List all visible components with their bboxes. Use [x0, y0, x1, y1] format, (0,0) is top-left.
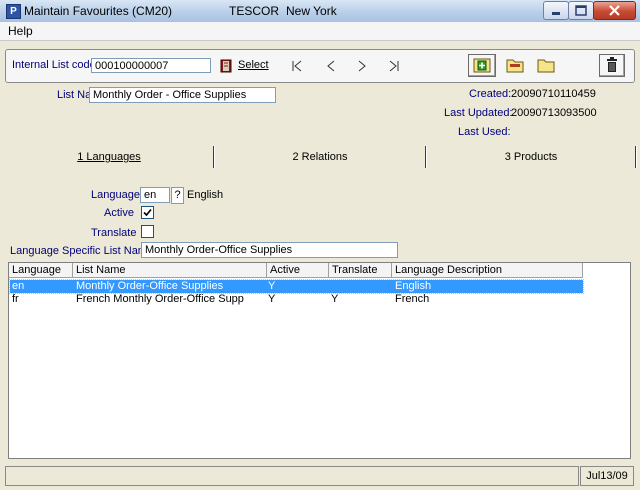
maximize-icon	[575, 5, 587, 16]
column-header-language[interactable]: Language	[9, 263, 73, 278]
active-checkbox[interactable]	[141, 206, 154, 219]
column-header-translate[interactable]: Translate	[329, 263, 392, 278]
language-lookup-button[interactable]: ?	[171, 187, 184, 204]
status-bar: Jul13/09	[5, 466, 636, 486]
app-icon[interactable]: P	[6, 4, 21, 19]
tab-divider	[635, 146, 637, 168]
edit-button[interactable]	[503, 54, 527, 77]
cell-translate: Y	[331, 293, 339, 305]
close-button[interactable]	[593, 1, 636, 20]
last-updated-label: Last Updated:	[444, 107, 513, 119]
language-label: Language	[91, 189, 140, 201]
window-city: New York	[286, 4, 337, 18]
select-button[interactable]: Select	[238, 59, 269, 71]
cell-list-name: French Monthly Order-Office Supp	[76, 293, 244, 305]
status-date: Jul13/09	[580, 466, 634, 486]
cell-list-name: Monthly Order-Office Supplies	[76, 280, 224, 292]
languages-grid[interactable]: Language List Name Active Translate Lang…	[8, 262, 631, 459]
cell-description: French	[395, 293, 430, 305]
cell-language: fr	[12, 293, 19, 305]
active-label: Active	[104, 207, 134, 219]
add-folder-icon	[473, 58, 491, 73]
checkmark-icon	[143, 208, 152, 217]
table-row[interactable]: en Monthly Order-Office Supplies Y Engli…	[9, 279, 584, 294]
book-icon	[220, 59, 232, 73]
previous-record-icon	[327, 60, 335, 72]
window-company: TESCOR	[229, 4, 280, 18]
created-label: Created:	[469, 88, 512, 100]
select-button-icon-wrap[interactable]	[217, 57, 235, 75]
tab-languages[interactable]: 1 Languages	[5, 146, 213, 168]
minimize-icon	[552, 12, 560, 15]
menu-bar: Help	[0, 22, 640, 41]
add-button[interactable]	[468, 54, 496, 77]
menu-help[interactable]: Help	[8, 24, 33, 38]
first-record-button[interactable]	[288, 57, 306, 75]
translate-checkbox[interactable]	[141, 225, 154, 238]
language-name: English	[187, 189, 224, 201]
language-code-field[interactable]: en	[140, 187, 170, 203]
internal-list-code-label: Internal List code	[12, 59, 96, 71]
open-button[interactable]	[534, 54, 558, 77]
title-bar: P Maintain Favourites (CM20) TESCOR New …	[0, 0, 640, 23]
next-record-icon	[358, 60, 366, 72]
cell-language: en	[12, 280, 25, 292]
cell-active: Y	[268, 280, 276, 292]
tab-products-label: 3 Products	[504, 151, 558, 163]
next-record-button[interactable]	[353, 57, 371, 75]
close-icon	[609, 5, 620, 16]
created-value: 20090710110459	[511, 88, 596, 100]
status-message	[5, 466, 579, 486]
last-record-button[interactable]	[385, 57, 403, 75]
last-record-icon	[389, 60, 399, 72]
delete-button[interactable]	[599, 54, 625, 77]
trash-icon	[607, 57, 617, 72]
cell-active: Y	[268, 293, 276, 305]
toolbar-panel: Internal List code 000100000007 Select	[5, 49, 635, 83]
list-name-field[interactable]: Monthly Order - Office Supplies	[89, 87, 276, 103]
edit-folder-icon	[506, 59, 524, 73]
column-header-active[interactable]: Active	[267, 263, 329, 278]
translate-label: Translate	[91, 227, 137, 239]
internal-list-code-field[interactable]: 000100000007	[91, 58, 211, 73]
window-title: Maintain Favourites (CM20)	[24, 4, 173, 18]
tab-relations-label: 2 Relations	[292, 151, 348, 163]
column-header-list-name[interactable]: List Name	[73, 263, 267, 278]
previous-record-button[interactable]	[322, 57, 340, 75]
cell-description: English	[395, 280, 432, 292]
open-folder-icon	[537, 59, 555, 73]
maximize-button[interactable]	[568, 1, 594, 20]
tab-relations[interactable]: 2 Relations	[215, 146, 425, 168]
tab-languages-label: 1 Languages	[77, 151, 141, 163]
column-header-language-description[interactable]: Language Description	[392, 263, 583, 278]
minimize-button[interactable]	[543, 1, 569, 20]
first-record-icon	[292, 60, 302, 72]
specific-name-field[interactable]: Monthly Order-Office Supplies	[141, 242, 398, 258]
table-row[interactable]: fr French Monthly Order-Office Supp Y Y …	[10, 293, 583, 306]
tab-products[interactable]: 3 Products	[427, 146, 635, 168]
last-used-label: Last Used:	[458, 126, 511, 138]
tab-strip: 1 Languages 2 Relations 3 Products	[5, 146, 637, 169]
last-updated-value: 20090713093500	[511, 107, 597, 119]
specific-name-label: Language Specific List Name	[10, 245, 154, 257]
